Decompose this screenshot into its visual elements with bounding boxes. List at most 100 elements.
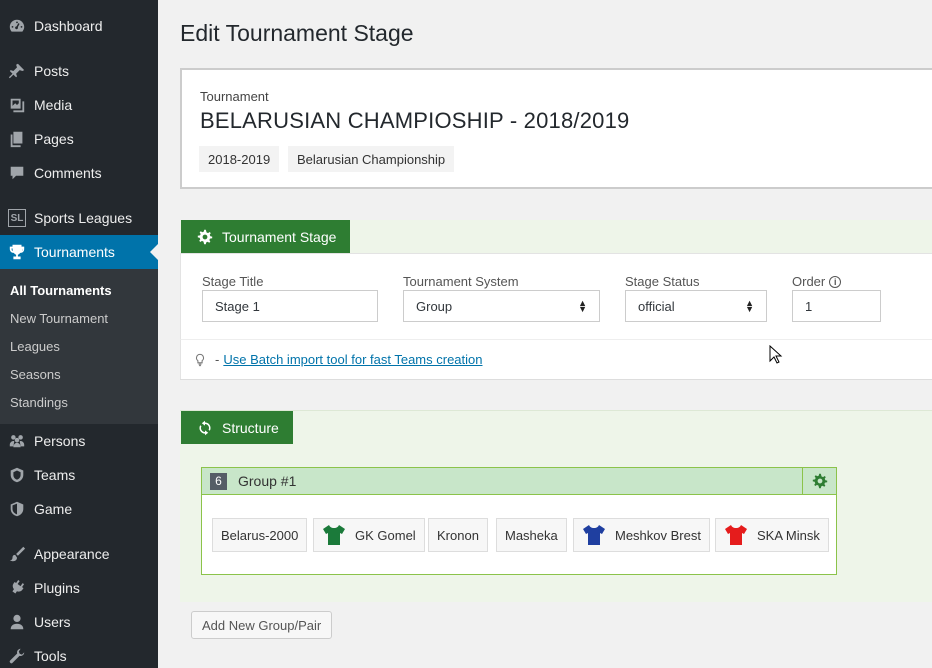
team-name: Masheka <box>505 527 558 543</box>
team-chip[interactable]: Masheka <box>496 518 567 552</box>
menu-label: Posts <box>34 63 70 79</box>
persons-icon <box>0 432 34 450</box>
media-icon <box>0 96 34 114</box>
pin-icon <box>0 62 34 80</box>
submenu-seasons[interactable]: Seasons <box>10 367 61 382</box>
team-name: GK Gomel <box>355 527 416 543</box>
stage-title-label: Stage Title <box>202 274 264 289</box>
menu-item-tools[interactable]: Tools <box>0 639 158 668</box>
stage-fields: Stage Title Stage 1 Tournament System Gr… <box>180 253 932 339</box>
pages-icon <box>0 130 34 148</box>
dashboard-icon <box>0 17 34 35</box>
mouse-cursor-icon <box>769 345 783 364</box>
team-chip[interactable]: SKA Minsk <box>715 518 829 552</box>
team-name: Meshkov Brest <box>615 527 701 543</box>
menu-item-users[interactable]: Users <box>0 605 158 639</box>
lightbulb-icon <box>195 353 205 366</box>
menu-item-pages[interactable]: Pages <box>0 122 158 156</box>
menu-item-media[interactable]: Media <box>0 88 158 122</box>
tab-label: Structure <box>222 419 279 436</box>
tournaments-submenu: All Tournaments New Tournament Leagues S… <box>0 269 158 424</box>
menu-item-game[interactable]: Game <box>0 492 158 526</box>
select-arrows-icon: ▲ ▼ <box>578 298 587 314</box>
structure-panel: Structure 6 Group #1 Belarus-2000 GK Gom… <box>180 410 932 602</box>
menu-label: Persons <box>34 433 86 449</box>
menu-label: Plugins <box>34 580 80 596</box>
gear-icon <box>197 229 213 244</box>
tournament-system-label: Tournament System <box>403 274 519 289</box>
team-chip[interactable]: GK Gomel <box>313 518 425 552</box>
select-value: official <box>638 298 675 314</box>
add-new-group-button[interactable]: Add New Group/Pair <box>191 611 333 639</box>
trophy-icon <box>0 243 34 261</box>
menu-label: Sports Leagues <box>34 210 133 226</box>
menu-item-plugins[interactable]: Plugins <box>0 571 158 605</box>
team-name: SKA Minsk <box>757 527 820 543</box>
structure-tab: Structure <box>181 411 293 444</box>
shield-icon <box>0 466 34 484</box>
submenu-leagues[interactable]: Leagues <box>10 339 60 354</box>
group-header: 6 Group #1 <box>202 468 836 495</box>
select-arrows-icon: ▲ ▼ <box>745 298 754 314</box>
sl-icon: SL <box>0 209 34 227</box>
tab-label: Tournament Stage <box>222 228 337 245</box>
menu-label: Game <box>34 501 73 517</box>
wrench-icon <box>0 647 34 665</box>
submenu-standings[interactable]: Standings <box>10 395 68 410</box>
menu-item-posts[interactable]: Posts <box>0 54 158 88</box>
plugin-icon <box>0 579 34 597</box>
tournament-system-select[interactable]: Group ▲ ▼ <box>403 290 600 322</box>
menu-item-persons[interactable]: Persons <box>0 424 158 458</box>
team-name: Belarus-2000 <box>221 527 299 543</box>
hint-row: - Use Batch import tool for fast Teams c… <box>180 339 932 379</box>
group-settings-button[interactable] <box>802 468 836 494</box>
group-name: Group #1 <box>238 473 297 489</box>
select-value: Group <box>416 298 453 314</box>
admin-sidebar: Dashboard Posts Media Pages Comments SL … <box>0 0 158 668</box>
info-icon[interactable]: i <box>829 275 842 288</box>
batch-import-link[interactable]: Use Batch import tool for fast Teams cre… <box>223 352 482 367</box>
season-tag: 2018-2019 <box>199 146 280 172</box>
team-name: Kronon <box>437 527 479 543</box>
menu-item-tournaments[interactable]: Tournaments <box>0 235 158 269</box>
group-team-count: 6 <box>210 472 227 490</box>
green-shirt-icon <box>323 525 345 545</box>
menu-item-appearance[interactable]: Appearance <box>0 537 158 571</box>
order-label: Order <box>792 274 826 289</box>
menu-label: Tools <box>34 648 67 664</box>
page-title: Edit Tournament Stage <box>180 20 414 46</box>
menu-label: Teams <box>34 467 76 483</box>
menu-label: Comments <box>34 165 102 181</box>
order-label-row: Order i <box>792 274 842 289</box>
gear-icon <box>812 473 827 489</box>
blue-shirt-icon <box>583 525 605 545</box>
team-chip[interactable]: Kronon <box>428 518 488 552</box>
hint-prefix: - <box>215 352 220 367</box>
sync-icon <box>199 420 211 435</box>
tournament-label: Tournament <box>200 89 269 104</box>
menu-item-teams[interactable]: Teams <box>0 458 158 492</box>
menu-label: Pages <box>34 131 74 147</box>
red-shirt-icon <box>725 525 747 545</box>
menu-item-sports-leagues[interactable]: SL Sports Leagues <box>0 201 158 235</box>
menu-label: Media <box>34 97 73 113</box>
tournament-stage-panel: Tournament Stage Stage Title Stage 1 Tou… <box>180 220 932 380</box>
order-input[interactable]: 1 <box>792 290 881 322</box>
brush-icon <box>0 545 34 563</box>
team-chip[interactable]: Meshkov Brest <box>573 518 710 552</box>
league-tag: Belarusian Championship <box>288 146 455 172</box>
tournament-info-box: Tournament BELARUSIAN CHAMPIOSHIP - 2018… <box>180 68 932 189</box>
stage-title-input[interactable]: Stage 1 <box>202 290 378 322</box>
user-icon <box>0 613 34 631</box>
menu-item-dashboard[interactable]: Dashboard <box>0 9 158 43</box>
menu-label: Users <box>34 614 71 630</box>
submenu-new-tournament[interactable]: New Tournament <box>10 311 108 326</box>
menu-item-comments[interactable]: Comments <box>0 156 158 190</box>
stage-status-select[interactable]: official ▲ ▼ <box>625 290 767 322</box>
submenu-all-tournaments[interactable]: All Tournaments <box>10 283 112 298</box>
menu-label: Appearance <box>34 546 110 562</box>
tournament-name: BELARUSIAN CHAMPIOSHIP - 2018/2019 <box>200 108 630 133</box>
menu-label: Dashboard <box>34 18 103 34</box>
team-chip[interactable]: Belarus-2000 <box>212 518 308 552</box>
group-box: 6 Group #1 Belarus-2000 GK Gomel Kronon … <box>201 467 837 575</box>
